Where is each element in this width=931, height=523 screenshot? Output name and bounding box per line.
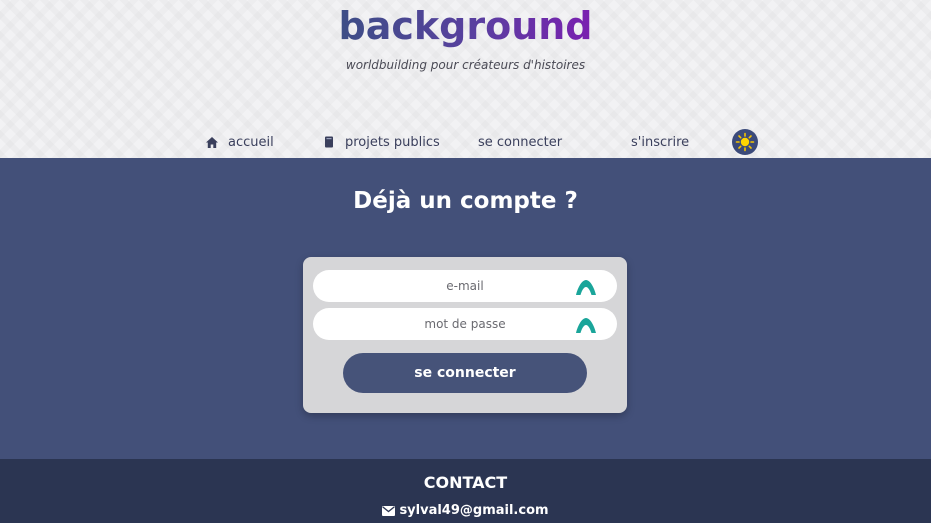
nav-home[interactable]: accueil xyxy=(205,133,274,151)
nav-login-label: se connecter xyxy=(478,134,563,150)
footer-title: CONTACT xyxy=(423,473,508,492)
nav-register[interactable]: s'inscrire xyxy=(631,133,689,151)
site-tagline: worldbuilding pour créateurs d'histoires xyxy=(345,58,586,72)
brand-name: background xyxy=(338,4,593,48)
password-field xyxy=(313,308,617,340)
envelope-icon xyxy=(382,505,396,516)
mountain-icon xyxy=(575,315,597,335)
email-input[interactable] xyxy=(355,279,575,293)
email-field xyxy=(313,270,617,302)
contact-email[interactable]: sylval49@gmail.com xyxy=(0,503,931,518)
book-icon xyxy=(322,135,336,149)
site-footer: CONTACT sylval49@gmail.com xyxy=(0,459,931,523)
contact-email-text: sylval49@gmail.com xyxy=(399,503,549,518)
home-icon xyxy=(205,135,219,149)
page-title: Déjà un compte ? xyxy=(353,188,578,214)
site-logo[interactable]: background xyxy=(0,4,931,48)
nav-public-projects[interactable]: projets publics xyxy=(322,133,440,151)
nav-public-projects-label: projets publics xyxy=(345,134,440,150)
nav-register-label: s'inscrire xyxy=(631,134,690,150)
theme-toggle-button[interactable] xyxy=(732,129,758,155)
password-input[interactable] xyxy=(355,317,575,331)
login-form: se connecter xyxy=(303,257,627,413)
sun-icon xyxy=(735,132,755,152)
mountain-icon xyxy=(575,277,597,297)
login-submit-button[interactable]: se connecter xyxy=(343,353,587,393)
login-section: Déjà un compte ? se connecter xyxy=(0,158,931,459)
nav-home-label: accueil xyxy=(228,134,274,150)
nav-login[interactable]: se connecter xyxy=(478,133,562,151)
site-header: background worldbuilding pour créateurs … xyxy=(0,0,931,158)
